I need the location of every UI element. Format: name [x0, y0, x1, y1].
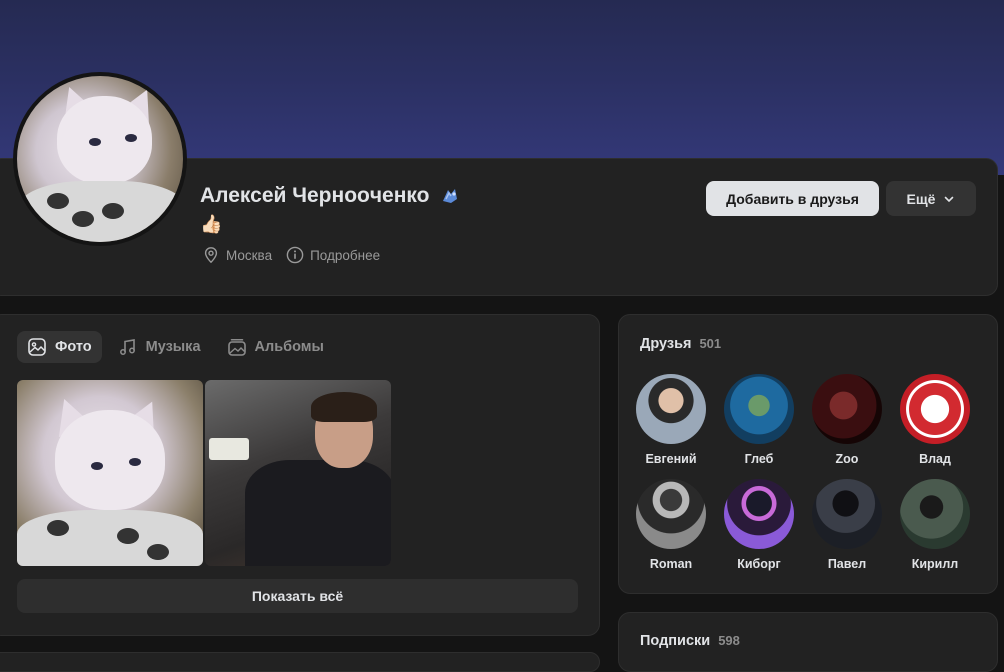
profile-meta: Москва Подробнее [202, 246, 380, 264]
city-info[interactable]: Москва [202, 246, 272, 264]
friends-count: 501 [699, 336, 722, 351]
tab-music[interactable]: Музыка [108, 331, 211, 363]
verified-badge-icon[interactable] [439, 185, 461, 207]
friend-name: Zoo [835, 452, 859, 466]
more-button[interactable]: Ещё [886, 181, 976, 216]
next-card [0, 652, 600, 672]
friend-name: Влад [919, 452, 951, 466]
more-button-label: Ещё [906, 190, 936, 207]
tab-photos[interactable]: Фото [17, 331, 102, 363]
friend-item[interactable]: Zoo [807, 374, 887, 466]
friends-title: Друзья [640, 336, 692, 352]
avatar [724, 374, 794, 444]
info-icon [286, 246, 304, 264]
tab-music-label: Музыка [145, 339, 201, 355]
friend-name: Евгений [645, 452, 697, 466]
photo-icon [27, 337, 47, 357]
friend-item[interactable]: Евгений [631, 374, 711, 466]
avatar [812, 374, 882, 444]
subscriptions-count: 598 [718, 633, 740, 648]
avatar [724, 479, 794, 549]
avatar [900, 479, 970, 549]
profile-name: Алексей Черноoченко [200, 184, 430, 207]
avatar [812, 479, 882, 549]
subscriptions-header[interactable]: Подписки 598 [640, 633, 740, 649]
subscriptions-title: Подписки [640, 633, 711, 649]
city-label: Москва [226, 247, 273, 263]
profile-avatar[interactable] [13, 72, 187, 246]
friend-item[interactable]: Глеб [719, 374, 799, 466]
avatar [636, 374, 706, 444]
add-friend-button[interactable]: Добавить в друзья [706, 181, 879, 216]
friend-item[interactable]: Roman [631, 479, 711, 571]
show-all-button[interactable]: Показать всё [17, 579, 578, 613]
tab-albums-label: Альбомы [254, 339, 324, 355]
friend-item[interactable]: Кирилл [895, 479, 975, 571]
avatar [636, 479, 706, 549]
status-emoji: 👍🏻 [200, 214, 223, 234]
tab-albums[interactable]: Альбомы [217, 331, 334, 363]
profile-name-row: Алексей Черноoченко [200, 184, 461, 208]
details-label: Подробнее [310, 247, 381, 263]
friend-name: Глеб [744, 452, 774, 466]
friends-header[interactable]: Друзья 501 [640, 336, 721, 352]
friend-name: Roman [649, 557, 693, 571]
details-link[interactable]: Подробнее [286, 246, 380, 264]
avatar [900, 374, 970, 444]
friend-name: Кирилл [911, 557, 959, 571]
albums-icon [227, 337, 247, 357]
friend-name: Киборг [737, 557, 781, 571]
avatar-image [17, 76, 183, 242]
music-icon [118, 337, 138, 357]
friend-item[interactable]: Павел [807, 479, 887, 571]
photo-thumbnail[interactable] [17, 380, 203, 566]
friend-name: Павел [827, 557, 867, 571]
photo-thumbnail[interactable] [205, 380, 391, 566]
tab-photos-label: Фото [55, 339, 92, 355]
location-pin-icon [202, 246, 220, 264]
friend-item[interactable]: Влад [895, 374, 975, 466]
chevron-down-icon [943, 193, 955, 205]
friend-item[interactable]: Киборг [719, 479, 799, 571]
media-tabs: Фото Музыка Альбомы [17, 331, 334, 363]
